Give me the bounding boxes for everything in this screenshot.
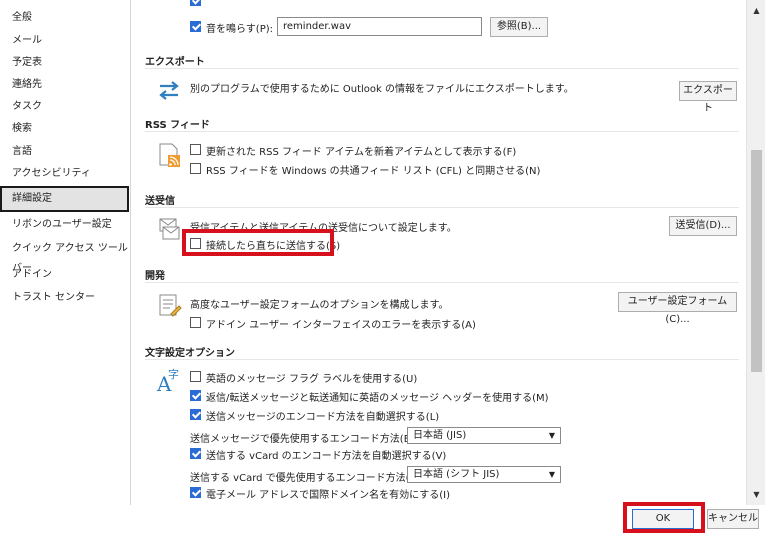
play-sound-label: 音を鳴らす(P):: [206, 24, 274, 35]
play-sound-checkbox[interactable]: [190, 21, 201, 32]
preferred-encoding-value: 日本語 (JIS): [413, 430, 467, 441]
export-button[interactable]: エクスポート: [679, 81, 737, 114]
preferred-encoding-select[interactable]: 日本語 (JIS) ▼: [407, 427, 561, 444]
auto-encoding-checkbox[interactable]: [190, 409, 201, 420]
addin-errors-label: アドイン ユーザー インターフェイスのエラーを表示する(A): [206, 320, 476, 331]
sidebar-item-tasks[interactable]: タスク: [6, 97, 130, 117]
sidebar-item-contacts[interactable]: 連絡先: [6, 75, 130, 95]
vcard-encoding-value: 日本語 (シフト JIS): [413, 469, 500, 480]
scroll-up-icon[interactable]: ▲: [750, 4, 763, 17]
rss-sync-cfl-label: RSS フィードを Windows の共通フィード リスト (CFL) と同期さ…: [206, 166, 541, 177]
auto-encoding-label: 送信メッセージのエンコード方法を自動選択する(L): [206, 412, 440, 423]
dialog-footer: OK キャンセル: [0, 502, 765, 533]
rss-new-items-checkbox[interactable]: [190, 144, 201, 155]
sidebar-item-accessibility[interactable]: アクセシビリティ: [6, 164, 130, 184]
scrollbar-thumb[interactable]: [751, 150, 762, 372]
sound-file-input[interactable]: reminder.wav: [277, 17, 482, 36]
english-flag-labels-label: 英語のメッセージ フラグ ラベルを使用する(U): [206, 374, 418, 385]
vcard-auto-encoding-checkbox[interactable]: [190, 448, 201, 459]
divider: [145, 207, 739, 208]
send-receive-icon: [159, 218, 180, 240]
scroll-down-icon[interactable]: ▼: [750, 488, 763, 501]
export-arrows-icon: [159, 81, 179, 100]
highlight-send-immediately: [182, 229, 334, 256]
sidebar-item-search[interactable]: 検索: [6, 119, 130, 139]
divider: [145, 282, 739, 283]
divider: [145, 68, 739, 69]
rss-section-title: RSS フィード: [145, 120, 210, 131]
idn-label: 電子メール アドレスで国際ドメイン名を有効にする(I): [206, 490, 451, 501]
rss-feed-icon: [159, 143, 180, 167]
browse-button[interactable]: 参照(B)...: [490, 17, 548, 37]
sidebar-item-mail[interactable]: メール: [6, 31, 130, 51]
custom-forms-button[interactable]: ユーザー設定フォーム(C)...: [618, 292, 737, 325]
vcard-encoding-label: 送信する vCard で優先使用するエンコード方法(R):: [190, 473, 424, 484]
svg-text:字: 字: [168, 367, 179, 381]
developers-description: 高度なユーザー設定フォームのオプションを構成します。: [190, 300, 449, 311]
custom-form-icon: [159, 294, 182, 317]
divider: [145, 359, 739, 360]
vcard-auto-encoding-label: 送信する vCard のエンコード方法を自動選択する(V): [206, 451, 447, 462]
sidebar-item-customize-ribbon[interactable]: リボンのユーザー設定: [6, 215, 130, 235]
export-description: 別のプログラムで使用するために Outlook の情報をファイルにエクスポートし…: [190, 84, 574, 95]
advanced-options-panel: 音を鳴らす(P): reminder.wav 参照(B)... エクスポート 別…: [131, 0, 745, 505]
preferred-encoding-label: 送信メッセージで優先使用するエンコード方法(E):: [190, 434, 418, 445]
vcard-encoding-select[interactable]: 日本語 (シフト JIS) ▼: [407, 466, 561, 483]
export-section-title: エクスポート: [145, 57, 205, 68]
chevron-down-icon: ▼: [548, 470, 555, 479]
addin-errors-checkbox[interactable]: [190, 317, 201, 328]
sidebar-item-addins[interactable]: アドイン: [6, 265, 130, 285]
sidebar-item-calendar[interactable]: 予定表: [6, 53, 130, 73]
vertical-scrollbar[interactable]: ▲ ▼: [746, 0, 765, 505]
highlight-ok-button: [623, 502, 705, 533]
send-receive-button[interactable]: 送受信(D)...: [669, 216, 737, 236]
developers-section-title: 開発: [145, 271, 165, 282]
category-sidebar: 全般 メール 予定表 連絡先 タスク 検索 言語 アクセシビリティ 詳細設定 リ…: [0, 0, 131, 532]
english-headers-label: 返信/転送メッセージと転送通知に英語のメッセージ ヘッダーを使用する(M): [206, 393, 549, 404]
language-characters-icon: A 字: [156, 367, 179, 394]
divider: [145, 131, 739, 132]
partial-checkbox[interactable]: [190, 0, 201, 6]
sidebar-item-quick-access-toolbar[interactable]: クイック アクセス ツール バー: [6, 239, 130, 274]
send-receive-section-title: 送受信: [145, 196, 175, 207]
english-flag-labels-checkbox[interactable]: [190, 371, 201, 382]
english-headers-checkbox[interactable]: [190, 390, 201, 401]
rss-sync-cfl-checkbox[interactable]: [190, 163, 201, 174]
cancel-button[interactable]: キャンセル: [707, 509, 759, 529]
chevron-down-icon: ▼: [548, 431, 555, 440]
sidebar-item-trust-center[interactable]: トラスト センター: [6, 288, 130, 308]
international-section-title: 文字設定オプション: [145, 348, 235, 359]
rss-new-items-label: 更新された RSS フィード アイテムを新着アイテムとして表示する(F): [206, 147, 517, 158]
sidebar-item-language[interactable]: 言語: [6, 142, 130, 162]
idn-checkbox[interactable]: [190, 487, 201, 498]
sidebar-item-advanced[interactable]: 詳細設定: [0, 186, 129, 212]
sidebar-item-general[interactable]: 全般: [6, 8, 130, 28]
